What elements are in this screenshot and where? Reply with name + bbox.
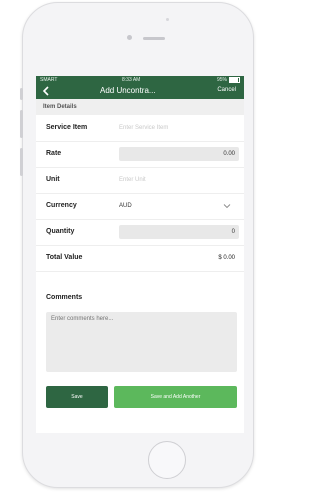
page-title: Add Uncontra... [100,86,156,95]
total-value-row: Total Value $ 0.00 [36,245,244,272]
status-time: 8:33 AM [122,77,141,83]
unit-label: Unit [46,176,60,183]
service-item-input[interactable]: Enter Service Item [119,121,239,135]
service-item-label: Service Item [46,124,88,131]
service-item-row: Service Item Enter Service Item [36,115,244,142]
section-header-item-details: Item Details [36,99,244,115]
rate-field: 0.00 [119,147,239,161]
battery-icon [229,77,240,83]
nav-bar: Add Uncontra... Cancel [36,84,244,99]
app-header: SMART 8:33 AM 95% Add Uncontra... Cancel [36,76,244,99]
status-bar: SMART 8:33 AM 95% [36,76,244,84]
currency-value: AUD [119,203,132,209]
currency-select[interactable]: AUD [119,199,239,213]
earpiece-speaker [143,37,165,40]
cancel-button[interactable]: Cancel [217,87,236,93]
unit-row: Unit Enter Unit [36,167,244,194]
app-screen: SMART 8:33 AM 95% Add Uncontra... Cancel… [36,76,244,433]
rate-label: Rate [46,150,62,157]
volume-down-button [20,148,23,176]
unit-input[interactable]: Enter Unit [119,173,239,187]
proximity-sensor [166,18,169,21]
rate-row: Rate 0.00 [36,141,244,168]
volume-up-button [20,110,23,138]
chevron-down-icon [223,204,231,209]
chevron-left-icon[interactable] [40,85,52,97]
mute-switch [20,88,23,100]
total-value-amount: $ 0.00 [218,255,235,261]
quantity-label: Quantity [46,228,75,235]
total-value-label: Total Value [46,254,83,261]
carrier-label: SMART [40,77,58,83]
currency-label: Currency [46,202,77,209]
quantity-input[interactable]: 0 [119,225,239,239]
save-and-add-another-button[interactable]: Save and Add Another [114,386,237,408]
battery-percent: 95% [216,77,227,83]
battery-indicator: 95% [217,77,240,83]
currency-row: Currency AUD [36,193,244,220]
quantity-row: Quantity 0 [36,219,244,246]
home-button[interactable] [148,441,186,479]
save-button[interactable]: Save [46,386,108,408]
comments-label: Comments [46,294,83,301]
comments-textarea[interactable] [46,312,237,372]
front-camera [127,35,132,40]
